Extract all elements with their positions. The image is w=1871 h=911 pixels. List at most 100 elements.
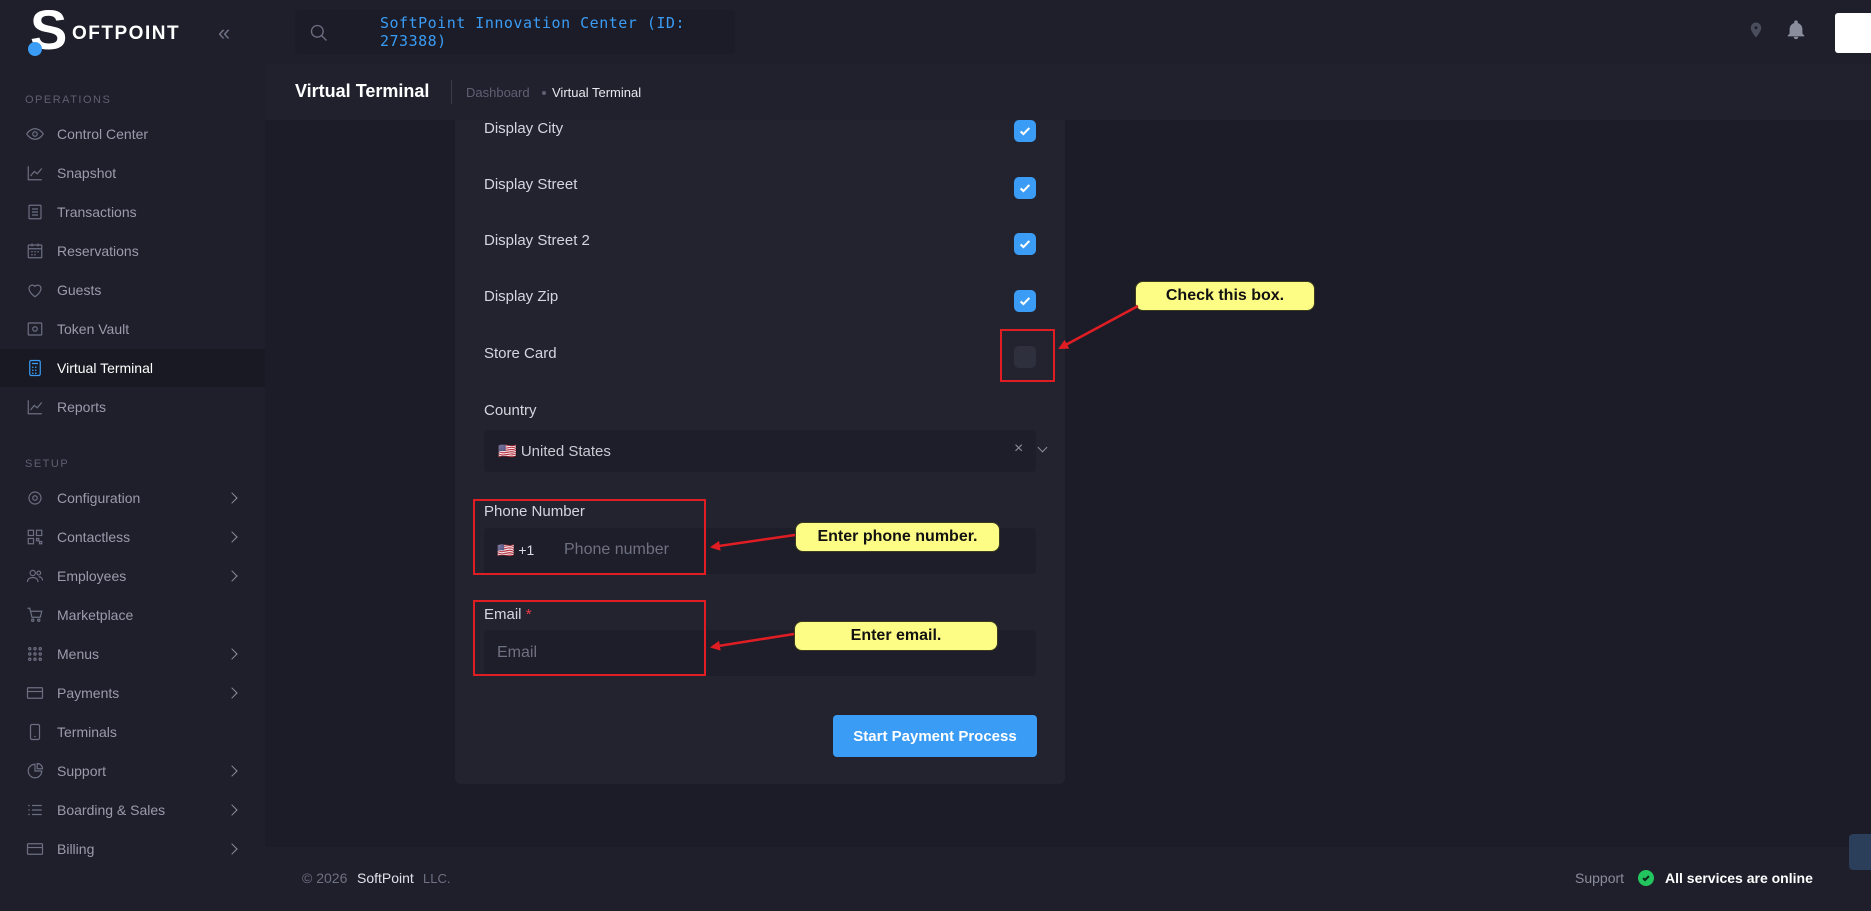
eye-icon <box>26 125 44 143</box>
sidebar-item-virtual-terminal[interactable]: Virtual Terminal <box>0 349 265 387</box>
phone-number-highlight <box>473 499 706 575</box>
page-toolbar: Virtual Terminal Dashboard Virtual Termi… <box>265 64 1871 120</box>
clear-icon[interactable]: × <box>1014 440 1023 458</box>
display-zip-checkbox[interactable] <box>1014 290 1036 312</box>
service-status[interactable]: All services are online <box>1665 870 1813 886</box>
pie-icon <box>26 762 44 780</box>
logo-text: OFTPOINT <box>72 23 181 44</box>
sidebar-item-guests[interactable]: Guests <box>0 271 265 309</box>
list-icon <box>26 203 44 221</box>
callout-enter-phone: Enter phone number. <box>795 522 1000 552</box>
sidebar-item-label: Support <box>57 763 107 779</box>
sidebar-item-transactions[interactable]: Transactions <box>0 193 265 231</box>
breadcrumb-separator <box>542 91 546 95</box>
notification-bell-icon[interactable] <box>1785 19 1807 46</box>
display-street-checkbox[interactable] <box>1014 177 1036 199</box>
sidebar-item-reports[interactable]: Reports <box>0 388 265 426</box>
virtual-terminal-form: Display City Display Street Display Stre… <box>455 120 1065 784</box>
location-search[interactable]: SoftPoint Innovation Center (ID: 273388) <box>295 10 735 54</box>
display-street-2-checkbox[interactable] <box>1014 233 1036 255</box>
scroll-top-button[interactable] <box>1849 834 1871 870</box>
trend-chart-icon <box>26 398 44 416</box>
display-city-checkbox[interactable] <box>1014 120 1036 142</box>
chevron-right-icon <box>226 687 238 699</box>
check-icon <box>1019 297 1031 306</box>
chevron-right-icon <box>226 804 238 816</box>
sidebar-item-label: Virtual Terminal <box>57 360 153 376</box>
user-avatar[interactable] <box>1835 13 1871 53</box>
sidebar-item-terminals[interactable]: Terminals <box>0 713 265 751</box>
chevron-right-icon <box>226 765 238 777</box>
card-icon <box>26 840 44 858</box>
gear-icon <box>26 489 44 507</box>
sidebar-item-configuration[interactable]: Configuration <box>0 479 265 517</box>
calculator-icon <box>26 359 44 377</box>
softpoint-logo[interactable]: S OFTPOINT <box>28 2 181 58</box>
sidebar-item-reservations[interactable]: Reservations <box>0 232 265 270</box>
title-divider <box>451 80 452 104</box>
sidebar-item-payments[interactable]: Payments <box>0 674 265 712</box>
sidebar-item-label: Configuration <box>57 490 141 506</box>
status-ok-icon <box>1638 870 1654 886</box>
sidebar-item-label: Contactless <box>57 529 131 545</box>
sidebar-item-label: Employees <box>57 568 127 584</box>
chevron-right-icon <box>226 492 238 504</box>
callout-check-box: Check this box. <box>1135 281 1315 311</box>
checklist-icon <box>26 801 44 819</box>
store-card-highlight <box>1000 329 1055 382</box>
tablet-icon <box>26 723 44 741</box>
sidebar-item-label: Payments <box>57 685 120 701</box>
sidebar-item-boarding-sales[interactable]: Boarding & Sales <box>0 791 265 829</box>
sidebar-item-contactless[interactable]: Contactless <box>0 518 265 556</box>
collapse-sidebar-icon[interactable]: « <box>218 20 230 46</box>
check-icon <box>1019 240 1031 249</box>
grid-dots-icon <box>26 645 44 663</box>
footer-company-suffix: LLC. <box>423 871 451 886</box>
cart-icon <box>26 606 44 624</box>
location-pin-icon[interactable] <box>1747 20 1765 45</box>
logo-dot <box>28 42 42 56</box>
chevron-down-icon[interactable] <box>1037 442 1048 453</box>
check-icon <box>1019 127 1031 136</box>
footer-company-link[interactable]: SoftPoint <box>357 870 414 886</box>
sidebar-item-support[interactable]: Support <box>0 752 265 790</box>
store-card-label: Store Card <box>484 345 557 362</box>
sidebar-item-snapshot[interactable]: Snapshot <box>0 154 265 192</box>
sidebar-item-control-center[interactable]: Control Center <box>0 115 265 153</box>
sidebar-item-label: Reports <box>57 399 107 415</box>
country-value: 🇺🇸 United States <box>498 443 611 460</box>
sidebar-item-label: Control Center <box>57 126 149 142</box>
sidebar-item-label: Snapshot <box>57 165 117 181</box>
chevron-right-icon <box>226 570 238 582</box>
chevron-right-icon <box>226 843 238 855</box>
sidebar-item-billing[interactable]: Billing <box>0 830 265 868</box>
sidebar-item-label: Guests <box>57 282 102 298</box>
email-highlight <box>473 600 706 676</box>
sidebar: S OFTPOINT « OPERATIONS Control Center S… <box>0 0 265 911</box>
start-payment-button[interactable]: Start Payment Process <box>833 715 1037 757</box>
chevron-right-icon <box>226 648 238 660</box>
sidebar-item-label: Reservations <box>57 243 139 259</box>
callout-enter-email: Enter email. <box>794 621 998 651</box>
footer-support-link[interactable]: Support <box>1575 870 1624 886</box>
sidebar-item-token-vault[interactable]: Token Vault <box>0 310 265 348</box>
users-icon <box>26 567 44 585</box>
trend-chart-icon <box>26 164 44 182</box>
breadcrumb-current: Virtual Terminal <box>552 85 642 100</box>
sidebar-item-label: Menus <box>57 646 100 662</box>
country-select[interactable]: 🇺🇸 United States × <box>484 430 1048 472</box>
logo-mark: S <box>28 2 72 58</box>
arrow-to-store-card <box>1058 304 1139 350</box>
section-label-setup: SETUP <box>25 458 70 470</box>
vault-icon <box>26 320 44 338</box>
sidebar-item-label: Transactions <box>57 204 137 220</box>
chevron-right-icon <box>226 531 238 543</box>
card-icon <box>26 684 44 702</box>
sidebar-item-menus[interactable]: Menus <box>0 635 265 673</box>
sidebar-item-marketplace[interactable]: Marketplace <box>0 596 265 634</box>
footer: © 2026 SoftPoint LLC. Support All servic… <box>265 847 1871 911</box>
breadcrumb-dashboard[interactable]: Dashboard <box>466 85 530 100</box>
display-city-label: Display City <box>484 120 564 137</box>
sidebar-item-employees[interactable]: Employees <box>0 557 265 595</box>
display-street-2-label: Display Street 2 <box>484 232 590 249</box>
